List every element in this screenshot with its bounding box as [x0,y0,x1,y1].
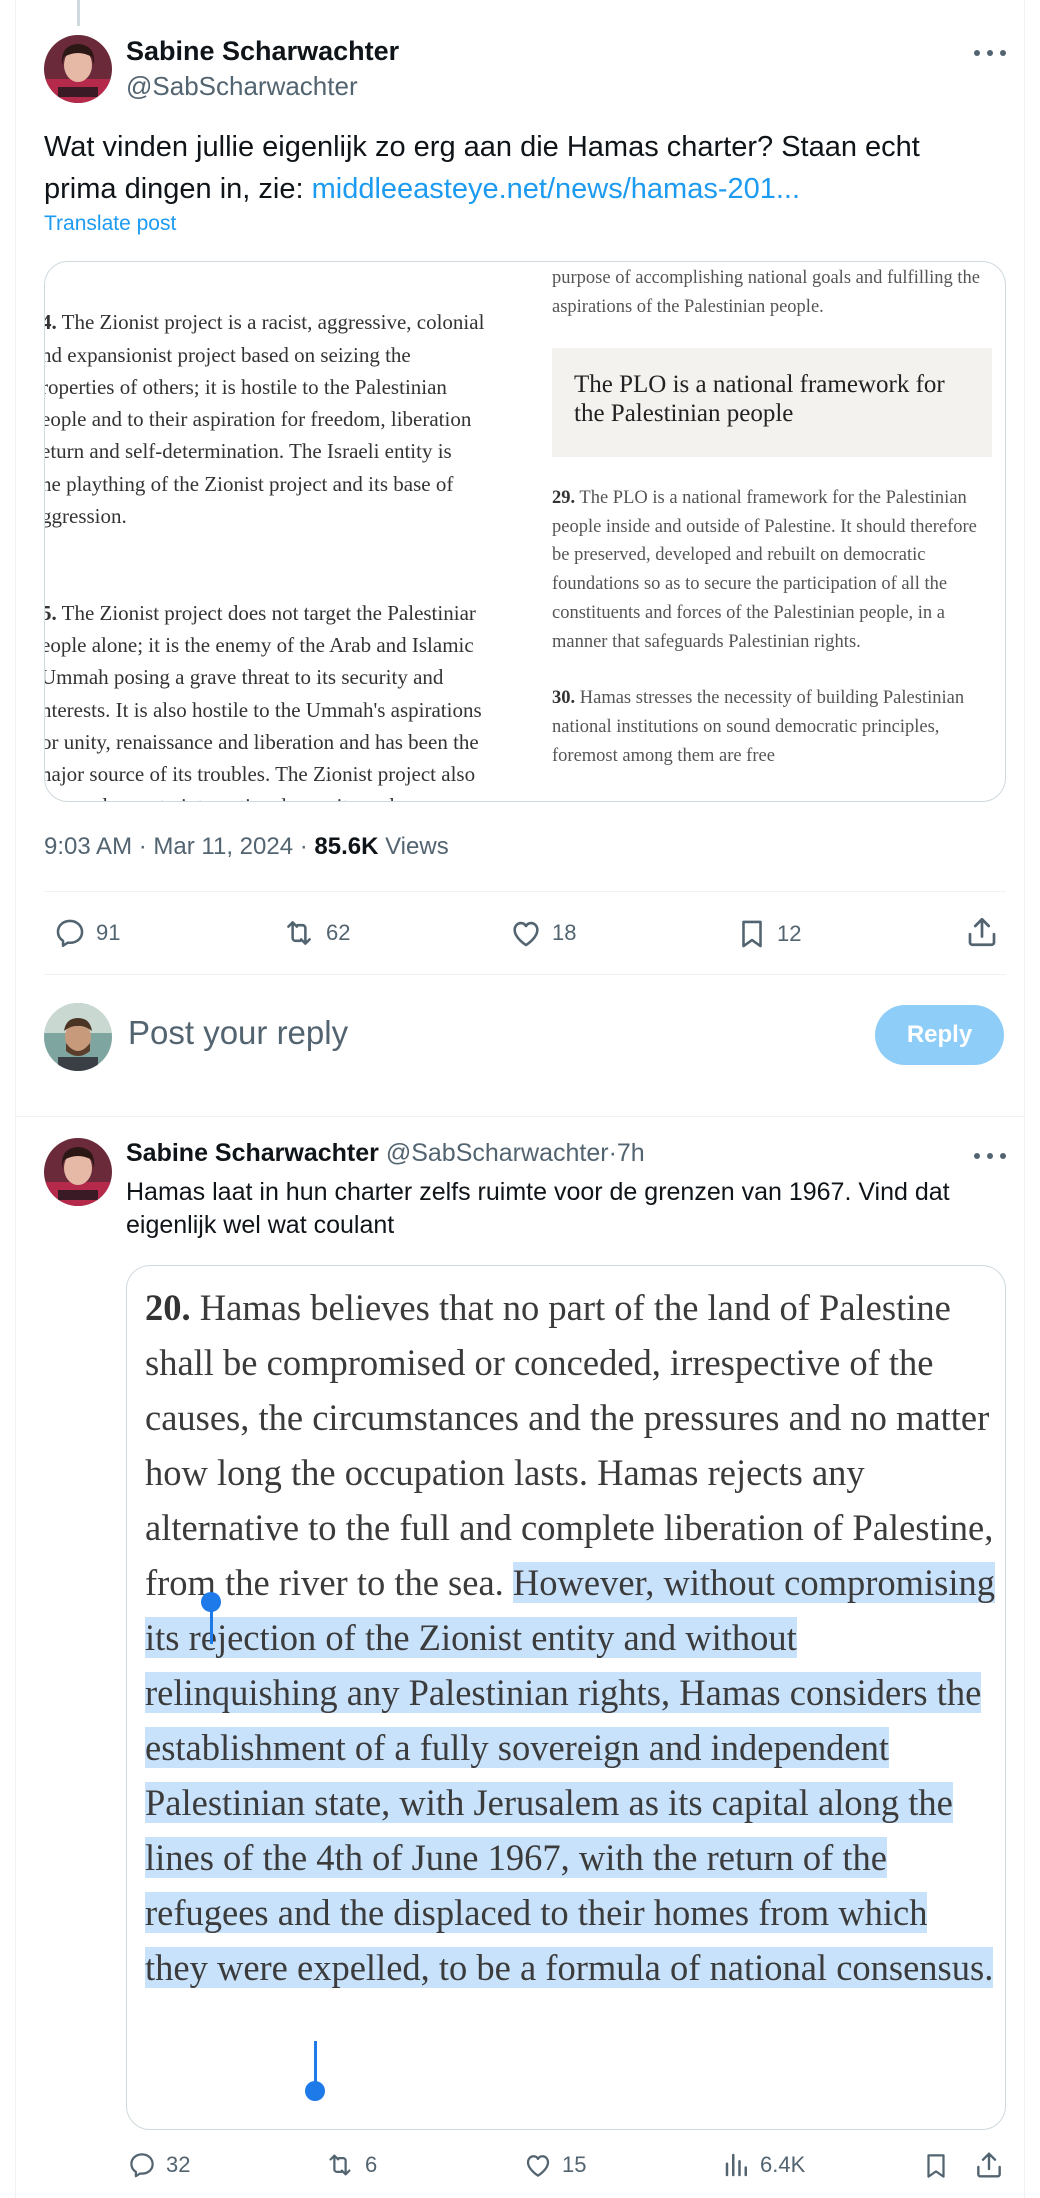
item-number: 29. [552,488,576,508]
quoted-charter-text: 20. Hamas believes that no part of the l… [145,1280,995,1995]
views-count: 85.6K [314,833,379,860]
post-text: Wat vinden jullie eigenlijk zo erg aan d… [44,126,994,210]
selection-end-handle[interactable] [305,2081,325,2101]
repost-count: 62 [326,920,351,945]
author-handle[interactable]: @SabScharwachter [126,71,358,102]
views-button[interactable]: 6.4K [722,2150,805,2180]
media-card[interactable]: 4. The Zionist project is a racist, aggr… [44,261,1006,802]
charter-item-5: 5. The Zionist project does not target t… [44,597,550,801]
reply-submit-button[interactable]: Reply [875,1005,1004,1065]
item-number: 20. [145,1287,191,1328]
share-button[interactable] [964,914,1000,950]
section-heading: The PLO is a national framework for the … [574,371,945,427]
selection-start-caret [210,1600,213,1644]
avatar-image [44,1003,112,1071]
reply-text: Hamas laat in hun charter zelfs ruimte v… [126,1178,950,1239]
item-text: The Zionist project does not target the … [44,600,482,801]
charter-item-29: 29. The PLO is a national framework for … [552,484,992,656]
more-icon[interactable] [974,1151,1006,1161]
charter-item-4: 4. The Zionist project is a racist, aggr… [44,306,550,532]
selected-text[interactable]: However, without compromising its reject… [145,1562,995,1988]
reply-icon [56,919,84,948]
section-divider [16,1116,1024,1117]
header-separator: · [608,1139,617,1167]
item-number: 4. [45,310,57,335]
like-count: 15 [562,2152,587,2177]
reply-button[interactable]: 32 [126,2150,190,2180]
like-icon [526,2155,550,2177]
views-icon [725,2153,747,2177]
quoted-image[interactable]: 20. Hamas believes that no part of the l… [126,1265,1006,2130]
share-button[interactable] [973,2149,1005,2181]
author-name[interactable]: Sabine Scharwachter [126,36,399,67]
thread-connector [77,0,80,26]
avatar-image [44,35,112,103]
post-meta: 9:03 AM · Mar 11, 2024 · 85.6K Views [44,833,449,861]
like-icon [513,921,539,947]
share-icon [968,917,996,947]
repost-count: 6 [365,2152,378,2177]
like-count: 18 [552,920,577,945]
reply-author-handle[interactable]: @SabScharwachter [386,1139,609,1167]
repost-button[interactable]: 6 [323,2150,377,2180]
bookmark-count: 12 [777,921,802,946]
repost-icon [329,2154,351,2176]
reply-author-avatar[interactable] [44,1138,112,1206]
post-link[interactable]: middleeasteye.net/news/hamas-201... [312,173,800,205]
charter-continued-text: purpose of accomplishing national goals … [552,268,980,317]
reply-button[interactable]: 91 [52,916,120,950]
card-left-column: 4. The Zionist project is a racist, aggr… [44,274,550,801]
meta-separator: · [138,833,147,860]
frame-border-right [1024,0,1025,2198]
share-icon [977,2152,1001,2178]
views-count: 6.4K [760,2152,806,2177]
reply-count: 91 [96,920,121,945]
divider [44,891,1006,892]
reply-author-name[interactable]: Sabine Scharwachter [126,1139,379,1167]
item-text: Hamas stresses the necessity of building… [552,688,965,766]
item-number: 30. [552,688,576,709]
selection-end-caret [314,2041,317,2085]
bookmark-icon [742,920,762,948]
repost-icon [287,921,311,945]
frame-border-left [15,0,16,2198]
bookmark-button[interactable] [921,2150,951,2182]
repost-button[interactable]: 62 [280,916,350,950]
reply-icon [130,2153,154,2178]
item-number: 5. [45,600,57,625]
author-avatar[interactable] [44,35,112,103]
unselected-text: Hamas believes that no part of the land … [145,1287,994,1603]
reply-time[interactable]: 7h [617,1139,645,1167]
divider [44,974,1006,975]
section-heading-box: The PLO is a national framework for the … [552,348,992,457]
meta-separator: · [299,833,308,860]
charter-item-30: 30. Hamas stresses the necessity of buil… [552,684,992,770]
bookmark-button[interactable]: 12 [735,916,801,952]
like-button[interactable]: 18 [508,916,576,950]
reply-header: Sabine Scharwachter @SabScharwachter·7h [126,1139,645,1168]
more-icon[interactable] [974,48,1006,58]
post-time[interactable]: 9:03 AM [44,833,132,860]
reply-count: 32 [166,2152,191,2177]
views-label: Views [385,833,449,860]
charter-items-right: 29. The PLO is a national framework for … [552,484,992,770]
item-text: The Zionist project is a racist, aggress… [44,310,485,529]
post-date[interactable]: Mar 11, 2024 [153,833,293,860]
bookmark-icon [927,2154,945,2178]
like-button[interactable]: 15 [522,2150,586,2180]
translate-post-link[interactable]: Translate post [44,212,176,236]
current-user-avatar[interactable] [44,1003,112,1071]
item-text: The PLO is a national framework for the … [552,488,977,652]
reply-input[interactable]: Post your reply [128,1014,348,1052]
avatar-image [44,1138,112,1206]
